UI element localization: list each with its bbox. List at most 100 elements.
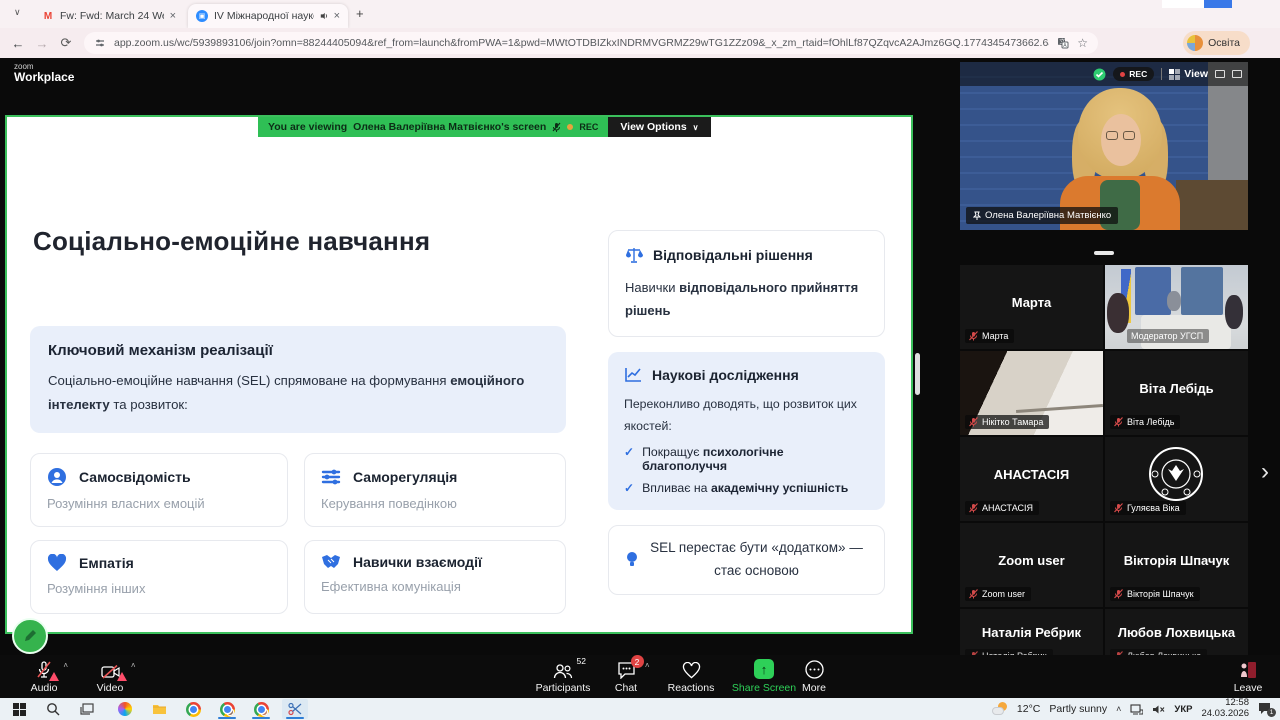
weather-text[interactable]: Partly sunny (1049, 703, 1107, 715)
card-research: Наукові дослідження Переконливо доводять… (608, 352, 885, 510)
audio-options-chevron[interactable]: ˄ (63, 661, 68, 670)
participant-tile[interactable]: Любов Лохвицька Любов Лохвицька (1105, 609, 1248, 655)
site-settings-icon[interactable] (94, 37, 106, 49)
card-empathy: Емпатія Розуміння інших (30, 540, 288, 614)
participant-tile[interactable]: Zoom user Zoom user (960, 523, 1103, 607)
card-intro: Переконливо доводять, що розвиток цих як… (624, 397, 857, 434)
participant-label: Гуляєва Віка (1110, 501, 1186, 515)
chat-button[interactable]: 2 ˄ Chat (604, 655, 650, 694)
video-options-chevron[interactable]: ˄ (131, 661, 136, 670)
mic-muted-icon (1114, 503, 1123, 513)
popout-panel-icon[interactable] (1232, 70, 1242, 78)
tab-gmail[interactable]: M Fw: Fwd: March 24 Webinar wit × (34, 4, 184, 28)
tab-audio-icon[interactable] (320, 11, 328, 21)
participant-tile[interactable]: Нікітко Тамара (960, 351, 1103, 435)
language-indicator[interactable]: УКР (1174, 704, 1192, 715)
chrome-window-2[interactable] (248, 699, 274, 719)
leave-label: Leave (1233, 682, 1263, 694)
more-button[interactable]: More (792, 659, 836, 694)
scrollbar-thumb[interactable] (915, 353, 920, 395)
notifications-button[interactable]: 1 (1258, 702, 1276, 717)
participant-tile[interactable]: Марта Марта (960, 265, 1103, 349)
profile-avatar (259, 707, 268, 716)
annotate-button[interactable] (12, 618, 48, 654)
participant-label: Віта Лебідь (1110, 415, 1181, 429)
tab-search-icon[interactable]: ∨ (14, 7, 21, 18)
view-button[interactable]: View (1169, 68, 1208, 80)
person-silhouette (1107, 293, 1129, 333)
rec-dot (567, 124, 574, 130)
tab-zoom-meeting[interactable]: ▣ IV Міжнародної науково-п × (188, 4, 348, 28)
participant-label: АНАСТАСІЯ (965, 501, 1040, 515)
participant-tile[interactable]: Наталія Ребрик Наталія Ребрик (960, 609, 1103, 655)
chrome-window-1[interactable] (214, 699, 240, 719)
chat-options-chevron[interactable]: ˄ (645, 661, 650, 670)
rec-label: REC (579, 122, 599, 132)
participant-tile[interactable]: Гуляєва Віка (1105, 437, 1248, 521)
copilot-button[interactable] (112, 699, 138, 719)
zoom-workplace-logo: zoom Workplace (14, 62, 74, 84)
security-shield-icon[interactable] (1093, 68, 1106, 81)
person-silhouette (1225, 295, 1243, 329)
new-tab-button[interactable]: + (356, 6, 364, 21)
chat-badge: 2 (630, 655, 644, 668)
rec-indicator: REC (1113, 67, 1155, 81)
participants-count: 52 (576, 656, 586, 666)
reactions-button[interactable]: Reactions (662, 659, 720, 694)
url-field[interactable]: app.zoom.us/wc/5939893106/join?omn=88244… (84, 32, 1098, 54)
chat-label: Chat (614, 682, 638, 694)
audio-button[interactable]: ˄ Audio (16, 659, 72, 694)
chrome-button[interactable] (180, 699, 206, 719)
speaker-name-chip: Олена Валеріївна Матвієнко (966, 207, 1119, 224)
temperature[interactable]: 12°C (1017, 703, 1040, 715)
scissors-icon (288, 702, 302, 716)
task-view-icon (80, 703, 94, 715)
participants-button[interactable]: 52 Participants (528, 656, 598, 694)
clock[interactable]: 12:58 24.03.2026 (1201, 697, 1249, 720)
active-indicator (252, 717, 270, 719)
close-tab-icon[interactable]: × (334, 10, 340, 22)
bookmark-star-icon[interactable]: ☆ (1077, 36, 1088, 50)
mic-muted-icon (1114, 417, 1123, 427)
reload-icon[interactable]: ⟳ (54, 35, 78, 51)
share-screen-icon: ↑ (754, 659, 774, 679)
close-tab-icon[interactable]: × (170, 10, 176, 22)
next-participants-button[interactable]: › (1254, 452, 1276, 492)
participant-tile[interactable]: Віта Лебідь Віта Лебідь (1105, 351, 1248, 435)
system-tray: 12°C Partly sunny ˄ УКР 12:58 24.03.2026… (991, 697, 1280, 720)
date: 24.03.2026 (1201, 708, 1249, 719)
video-button[interactable]: ˄ Video (82, 659, 138, 694)
search-button[interactable] (40, 699, 66, 719)
lightbulb-icon (627, 552, 637, 566)
card-desc: Розуміння власних емоцій (47, 496, 205, 511)
volume-muted-icon[interactable] (1152, 704, 1165, 715)
forward-icon[interactable]: → (30, 36, 54, 51)
tray-expand-chevron[interactable]: ˄ (1116, 704, 1121, 714)
view-options-button[interactable]: View Options ∨ (608, 117, 711, 137)
snipping-tool-button[interactable] (282, 699, 308, 719)
minimize-panel-icon[interactable] (1215, 70, 1225, 78)
participant-tile[interactable]: Модератор УГСП (1105, 265, 1248, 349)
participants-icon (553, 664, 573, 679)
start-button[interactable] (6, 699, 32, 719)
network-icon[interactable] (1130, 703, 1144, 715)
profile-chip[interactable]: Освіта (1183, 31, 1250, 55)
pin-icon (973, 211, 981, 220)
participant-tile[interactable]: Вікторія Шпачук Вікторія Шпачук (1105, 523, 1248, 607)
participant-label: Марта (965, 329, 1015, 343)
leave-button[interactable]: Leave (1226, 659, 1270, 694)
card-interaction-skills: Навички взаємодії Ефективна комунікація (304, 540, 566, 614)
translate-icon[interactable]: 文A (1057, 37, 1069, 49)
browser-addressbar: ← → ⟳ app.zoom.us/wc/5939893106/join?omn… (0, 28, 1280, 77)
zoom-toolbar: ˄ Audio ˄ Video 52 Participants 2 ˄ Chat… (0, 655, 1280, 698)
task-view-button[interactable] (74, 699, 100, 719)
participant-tile[interactable]: АНАСТАСІЯ АНАСТАСІЯ (960, 437, 1103, 521)
back-icon[interactable]: ← (6, 36, 30, 51)
notification-count: 1 (1267, 708, 1276, 717)
panel-drag-handle[interactable] (1094, 251, 1114, 255)
speaker-video[interactable]: REC View Олена Валеріївна Матвієнко (960, 62, 1248, 230)
card-responsible-decisions: Відповідальні рішення Навички відповідал… (608, 230, 885, 337)
card-title: Самосвідомість (79, 469, 191, 485)
file-explorer-button[interactable] (146, 699, 172, 719)
card-desc: Ефективна комунікація (321, 579, 461, 594)
